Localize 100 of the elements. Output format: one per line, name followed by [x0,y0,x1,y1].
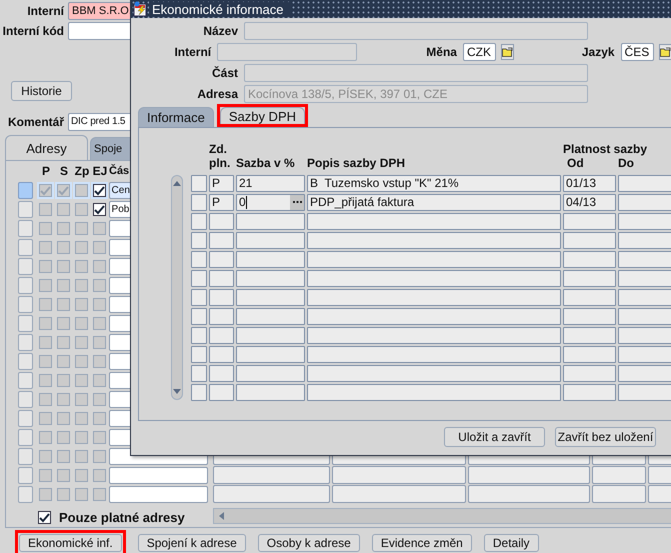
table-cell[interactable] [618,232,671,249]
table-cell[interactable] [307,289,561,306]
table-cell[interactable] [307,213,561,230]
table-cell[interactable] [618,365,671,382]
table-cell[interactable] [209,308,234,325]
rate-field[interactable] [236,251,305,268]
part-field[interactable] [108,486,208,503]
table-cell[interactable] [209,346,234,363]
table-cell[interactable] [618,346,671,363]
record-indicator[interactable] [191,384,207,401]
table-cell[interactable] [307,346,561,363]
rate-field[interactable]: 0 [236,194,305,211]
table-cell[interactable] [307,327,561,344]
record-indicator[interactable] [191,289,207,306]
table-cell[interactable] [618,289,671,306]
table-cell[interactable] [332,485,466,503]
record-indicator[interactable] [18,467,33,484]
lov-button[interactable] [290,195,304,210]
record-indicator[interactable] [18,277,33,294]
table-cell[interactable] [468,485,590,503]
record-indicator[interactable] [18,391,33,408]
table-cell[interactable] [618,270,671,287]
checkbox[interactable] [92,184,106,197]
record-indicator[interactable] [191,232,207,249]
rate-field[interactable] [236,232,305,249]
table-cell[interactable] [209,384,234,401]
table-cell[interactable]: P [209,175,234,192]
browse-button[interactable] [501,44,514,60]
tab[interactable]: Informace [138,107,214,127]
dialog-button[interactable]: Zavřít bez uložení [555,427,656,447]
record-indicator[interactable] [18,220,33,237]
rate-field[interactable] [236,384,305,401]
table-cell[interactable] [618,175,671,192]
record-indicator[interactable] [18,315,33,332]
record-indicator[interactable] [191,251,207,268]
table-cell[interactable] [563,232,616,249]
table-cell[interactable] [592,466,646,484]
table-cell[interactable] [307,308,561,325]
table-cell[interactable] [563,289,616,306]
table-cell[interactable]: PDP_přijatá faktura [307,194,561,211]
table-cell[interactable] [563,213,616,230]
table-cell[interactable] [209,232,234,249]
action-button[interactable]: Evidence změn [372,534,472,552]
table-cell[interactable]: P [209,194,234,211]
table-cell[interactable] [307,365,561,382]
table-cell[interactable] [592,485,646,503]
record-indicator[interactable] [18,182,33,199]
record-indicator[interactable] [18,258,33,275]
up-arrow-icon[interactable] [172,179,182,189]
record-indicator[interactable] [191,175,207,192]
table-cell[interactable] [209,289,234,306]
record-indicator[interactable] [18,372,33,389]
rate-field[interactable] [236,308,305,325]
horizontal-scrollbar[interactable] [213,508,671,524]
rate-field[interactable]: 21 [236,175,305,192]
table-cell[interactable] [618,327,671,344]
action-button[interactable]: Detaily [484,534,539,552]
table-cell[interactable]: B Tuzemsko vstup "K" 21% [307,175,561,192]
left-arrow-icon[interactable] [218,511,226,521]
record-indicator[interactable] [191,270,207,287]
table-cell[interactable] [563,251,616,268]
record-indicator[interactable] [18,353,33,370]
record-indicator[interactable] [191,327,207,344]
table-cell[interactable] [307,232,561,249]
record-indicator[interactable] [191,213,207,230]
record-indicator[interactable] [18,486,33,503]
table-cell[interactable] [618,194,671,211]
record-indicator[interactable] [18,239,33,256]
table-cell[interactable] [563,327,616,344]
record-indicator[interactable] [191,365,207,382]
table-cell[interactable] [307,384,561,401]
table-cell[interactable] [468,466,590,484]
checkbox[interactable] [38,511,51,524]
dialog-button[interactable]: Uložit a zavřít [444,427,545,447]
record-indicator[interactable] [18,410,33,427]
table-cell[interactable] [563,346,616,363]
rate-field[interactable] [236,289,305,306]
internal-field[interactable] [217,43,357,61]
table-cell[interactable] [563,308,616,325]
rate-field[interactable] [236,346,305,363]
table-cell[interactable] [563,365,616,382]
part-field[interactable] [244,64,588,82]
action-button[interactable]: Spojení k adrese [138,534,246,552]
table-cell[interactable] [332,466,466,484]
record-indicator[interactable] [18,429,33,446]
record-indicator[interactable] [18,201,33,218]
table-cell[interactable] [209,327,234,344]
table-cell[interactable] [209,213,234,230]
table-cell[interactable] [307,270,561,287]
name-field[interactable] [244,22,588,40]
action-button[interactable]: Osoby k adrese [258,534,360,552]
record-indicator[interactable] [191,308,207,325]
table-cell[interactable] [307,251,561,268]
rate-field[interactable] [236,327,305,344]
record-indicator[interactable] [18,448,33,465]
table-cell[interactable] [209,365,234,382]
checkbox[interactable] [92,203,106,216]
table-cell[interactable] [618,213,671,230]
table-cell[interactable] [213,466,330,484]
record-indicator[interactable] [18,296,33,313]
